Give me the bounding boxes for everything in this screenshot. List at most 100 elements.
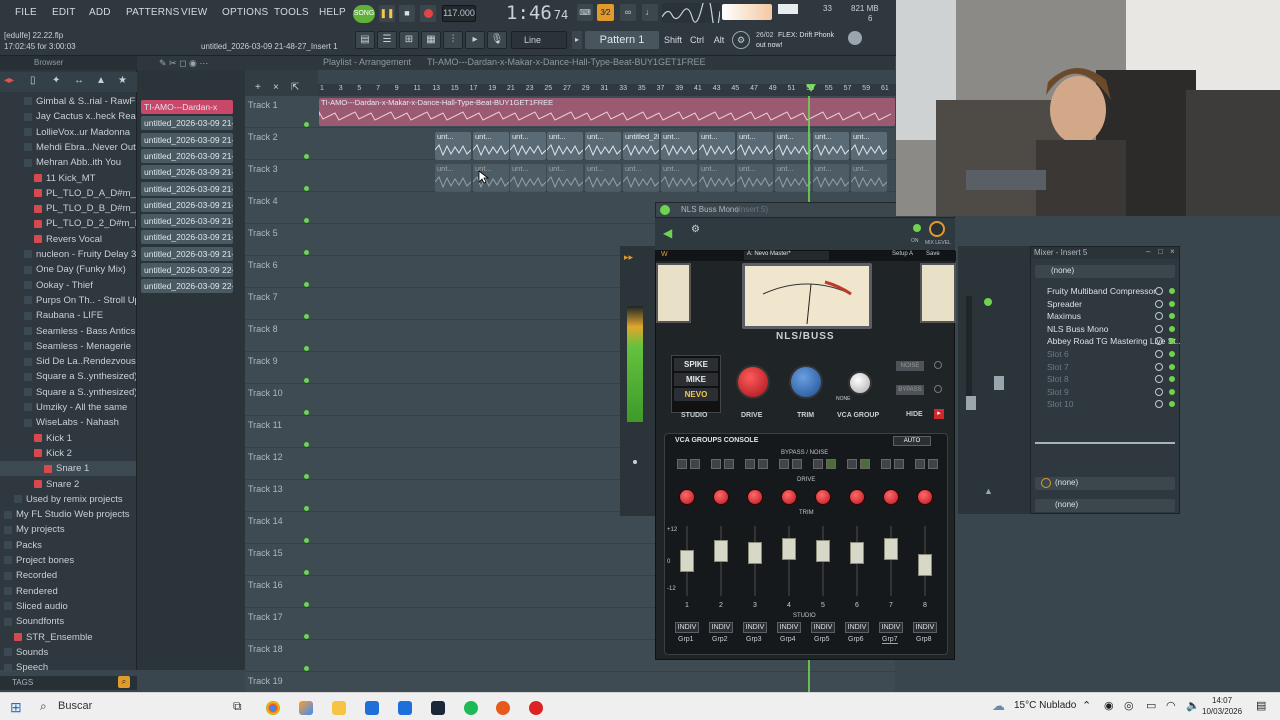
group-bypass-button[interactable] [915, 459, 925, 469]
browser-item[interactable]: Packs [0, 538, 136, 553]
browser-back-icon[interactable]: ◂▸ [4, 75, 14, 86]
slot-mix-knob-icon[interactable] [1155, 324, 1163, 333]
browser-item[interactable]: Recorded [0, 568, 136, 583]
step-edit-icon[interactable]: 3⁄2 [597, 4, 614, 21]
song-mode-toggle[interactable]: SONG [353, 5, 375, 23]
track-label[interactable]: Track 8 [248, 324, 278, 334]
slot-enable-led[interactable] [1169, 401, 1175, 408]
fl-studio-icon[interactable] [496, 701, 510, 715]
audio-clip[interactable]: unt... [699, 132, 735, 160]
track-mute-led[interactable] [304, 314, 309, 319]
track-mute-led[interactable] [304, 122, 309, 127]
audio-clip[interactable]: unt... [775, 164, 811, 192]
auto-button[interactable]: AUTO [893, 436, 931, 446]
group-indiv-button[interactable]: INDIV [811, 622, 835, 633]
mixer-fader-knob-2[interactable] [994, 376, 1004, 390]
menu-file[interactable]: FILE [15, 7, 37, 18]
trim-knob[interactable] [789, 365, 823, 399]
track-mute-led[interactable] [304, 186, 309, 191]
mixer-close-icon[interactable]: × [1170, 247, 1175, 256]
group-trim-fader[interactable] [680, 550, 694, 572]
audio-clip[interactable]: unt... [510, 164, 546, 192]
wifi-icon[interactable]: ◠ [1166, 699, 1176, 712]
playlist-ruler[interactable]: 1 3 5 7 9 11 13 15 17 19 21 23 25 27 29 31 33 35 37 39 41 43 4… [318, 84, 896, 96]
slot-mix-knob-icon[interactable] [1155, 299, 1163, 308]
browser-item[interactable]: Kick 2 [0, 446, 136, 461]
tray-app2-icon[interactable]: ◎ [1124, 699, 1134, 712]
slot-mix-knob-icon[interactable] [1155, 387, 1163, 396]
mixer-minimize-icon[interactable]: – [1146, 247, 1150, 256]
track-label[interactable]: Track 16 [248, 580, 283, 590]
group-drive-knob[interactable] [849, 489, 865, 505]
track-label[interactable]: Track 4 [248, 196, 278, 206]
playlist-tools-icon[interactable]: ✎ ✂ ◻ ◉ ⋯ [159, 58, 208, 69]
audio-clip[interactable]: unt... [547, 132, 583, 160]
mixer-fx-slot[interactable]: Slot 10 [1037, 398, 1177, 410]
clock-date[interactable]: 10/03/2026 [1202, 707, 1242, 716]
track-mute-led[interactable] [304, 602, 309, 607]
track-label[interactable]: Track 13 [248, 484, 283, 494]
vca-group-knob[interactable] [848, 371, 872, 395]
audio-clip[interactable]: unt... [623, 164, 659, 192]
browser-item[interactable]: Jay Cactus x..heck Ready [0, 109, 136, 124]
menu-help[interactable]: HELP [319, 7, 346, 18]
group-drive-knob[interactable] [781, 489, 797, 505]
group-bypass-button[interactable] [677, 459, 687, 469]
slot-mix-knob-icon[interactable] [1155, 287, 1163, 295]
playlist-clip-item[interactable]: untitled_2026-03-09 21- [141, 181, 233, 196]
plugin-gear-icon[interactable]: ⚙ [691, 224, 700, 235]
browser-star-icon[interactable]: ★ [118, 75, 127, 86]
plugin-arrow-icon[interactable]: ▸▸ [624, 252, 642, 262]
track-label[interactable]: Track 1 [248, 100, 278, 110]
mixer-fx-slot[interactable]: Spreader [1037, 298, 1177, 310]
audio-clip[interactable]: unt... [585, 132, 621, 160]
browser-item[interactable]: WiseLabs - Nahash [0, 415, 136, 430]
pattern-prev-icon[interactable]: ▸ [572, 31, 582, 49]
track-mute-led[interactable] [304, 250, 309, 255]
audio-clip[interactable]: unt... [775, 132, 811, 160]
steam-icon[interactable] [431, 701, 445, 715]
browser-item[interactable]: Speech [0, 660, 136, 675]
browser-item[interactable]: Purps On Th.. - Stroll Up [0, 293, 136, 308]
slot-enable-led[interactable] [1169, 288, 1175, 294]
playlist-clip-item[interactable]: untitled_2026-03-09 22- [141, 279, 233, 294]
browser-file-icon[interactable]: ▯ [30, 75, 36, 86]
browser-item[interactable]: PL_TLO_D_B_D#m_Dry [0, 201, 136, 216]
group-noise-button[interactable] [894, 459, 904, 469]
pattern-selector[interactable]: Pattern 1 [585, 31, 659, 49]
browser-view-icon[interactable]: ▲ [96, 75, 106, 86]
group-indiv-button[interactable]: INDIV [913, 622, 937, 633]
hide-button[interactable]: ▸ [934, 409, 944, 419]
browser-item[interactable]: Sliced audio [0, 599, 136, 614]
group-noise-button[interactable] [826, 459, 836, 469]
track-label[interactable]: Track 11 [248, 420, 282, 430]
microphone-icon[interactable]: 🎙 [487, 31, 507, 49]
browser-item[interactable]: Umziky - All the same [0, 400, 136, 415]
playlist-window-icon[interactable]: ▤ [355, 31, 375, 49]
playlist-clip-item[interactable]: untitled_2026-03-09 21- [141, 132, 233, 147]
playlist-clip-item[interactable]: untitled_2026-03-09 21- [141, 214, 233, 229]
slot-enable-led[interactable] [1169, 300, 1175, 307]
bypass-button[interactable]: BYPASS [896, 385, 924, 395]
playlist-clip-item[interactable]: untitled_2026-03-09 21- [141, 197, 233, 212]
browser-item[interactable]: Soundfonts [0, 614, 136, 629]
slot-mix-knob-icon[interactable] [1155, 400, 1163, 409]
browser-item[interactable]: My FL Studio Web projects [0, 507, 136, 522]
audio-clip[interactable]: unt... [737, 132, 773, 160]
browser-item[interactable]: nucleon - Fruity Delay 3 [0, 247, 136, 262]
zoom-icon[interactable]: ⇱ [291, 82, 299, 93]
group-noise-button[interactable] [860, 459, 870, 469]
group-indiv-button[interactable]: INDIV [879, 622, 903, 633]
browser-sort-icon[interactable]: ↔ [74, 75, 84, 86]
playlist-clip-item[interactable]: untitled_2026-03-09 21- [141, 246, 233, 261]
track-mute-led[interactable] [304, 378, 309, 383]
news-gear-icon[interactable]: ⚙ [732, 31, 750, 49]
stop-button[interactable]: ■ [399, 5, 415, 22]
group-drive-knob[interactable] [713, 489, 729, 505]
browser-item[interactable]: Used by remix projects [0, 492, 136, 507]
menu-add[interactable]: ADD [89, 7, 111, 18]
audio-clip[interactable]: unt... [813, 132, 849, 160]
time-display[interactable]: 1:46 74 [506, 2, 568, 24]
tempo-display[interactable]: 117.000 [442, 5, 476, 22]
group-trim-fader[interactable] [816, 540, 830, 562]
